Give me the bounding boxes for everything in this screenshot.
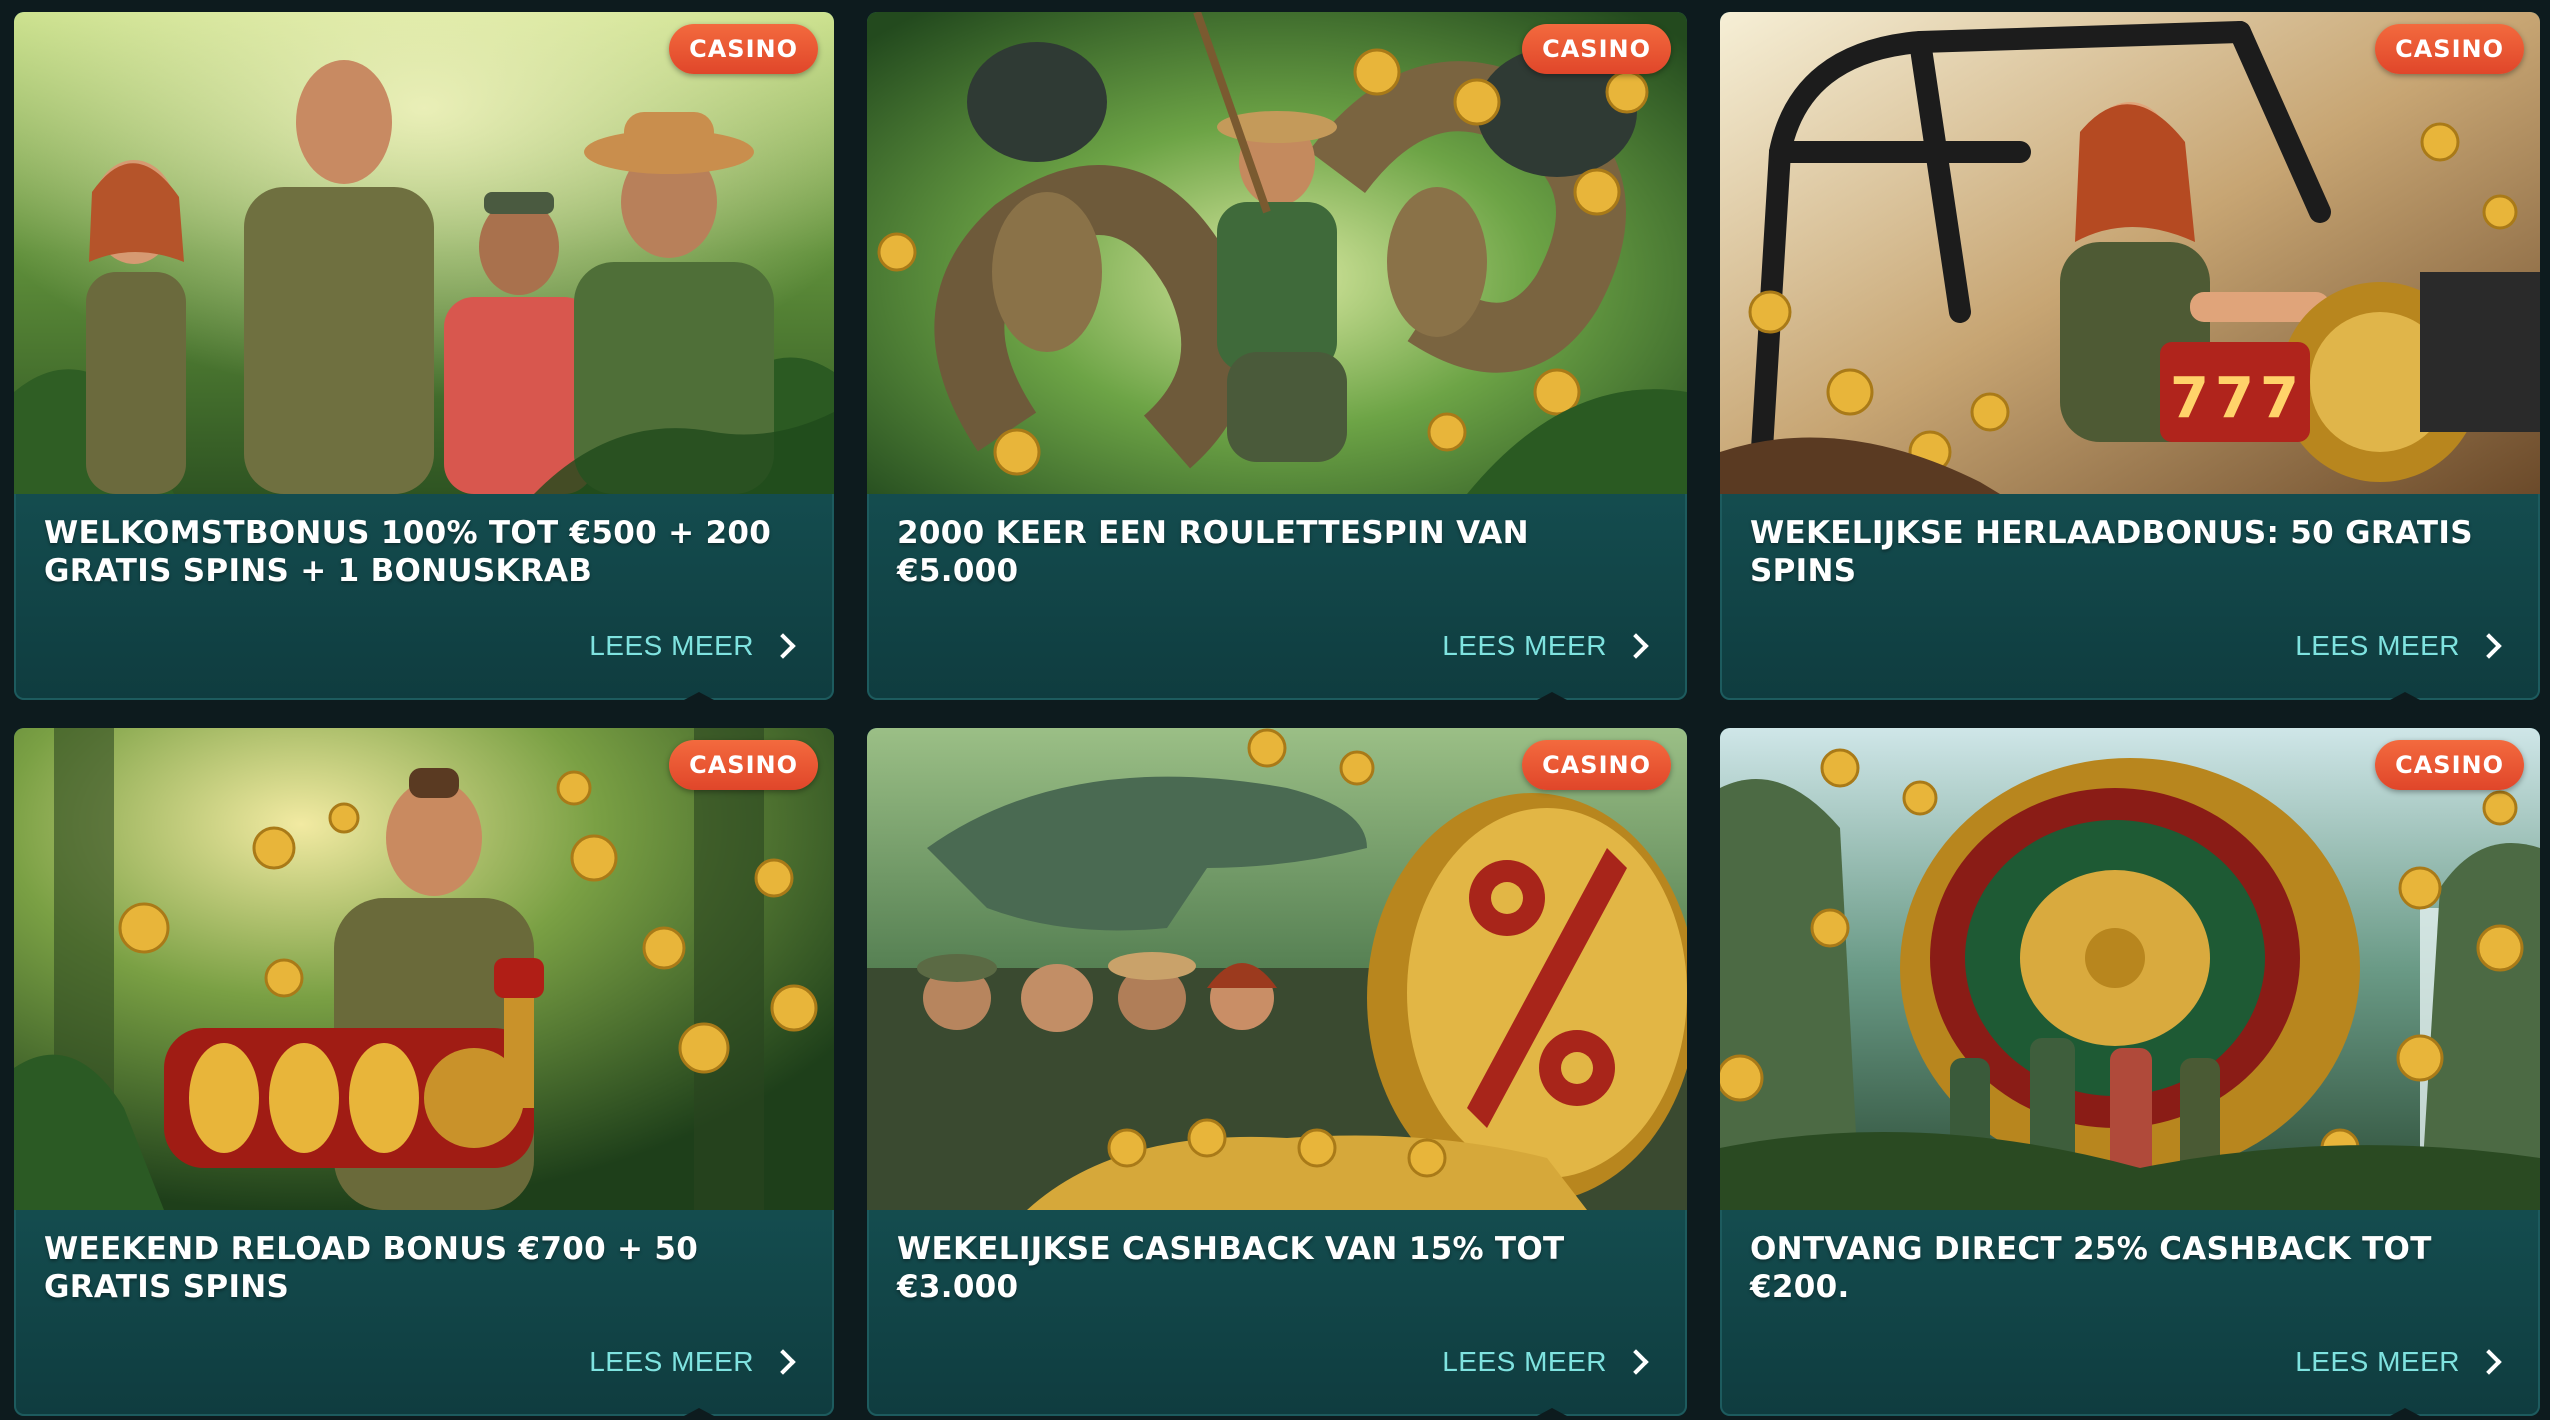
crocodile-percent-coin-illustration (867, 728, 1687, 1210)
promo-image-jungle-explorers[interactable]: CASINO (14, 12, 834, 494)
promotions-grid: CASINO WELKOMSTBONUS 100% TOT €500 + 200… (14, 12, 2540, 1416)
promo-card-body: WEKELIJKSE HERLAADBONUS: 50 GRATIS SPINS… (1720, 494, 2540, 700)
casino-badge: CASINO (669, 740, 818, 790)
read-more-label: LEES MEER (589, 1346, 754, 1377)
read-more-link[interactable]: LEES MEER (1442, 1346, 1649, 1378)
chevron-right-icon (1623, 633, 1649, 659)
slot-reels-explorer-illustration (14, 728, 834, 1210)
casino-badge: CASINO (2375, 24, 2524, 74)
casino-badge: CASINO (2375, 740, 2524, 790)
casino-badge: CASINO (1522, 24, 1671, 74)
read-more-label: LEES MEER (2295, 1346, 2460, 1377)
promo-title: WEKELIJKSE CASHBACK VAN 15% TOT €3.000 (897, 1231, 1565, 1305)
promo-image-crocodile-percent-coin[interactable]: CASINO (867, 728, 1687, 1210)
read-more-label: LEES MEER (1442, 630, 1607, 661)
chevron-right-icon (2476, 633, 2502, 659)
read-more-link[interactable]: LEES MEER (589, 630, 796, 662)
jungle-explorers-illustration (14, 12, 834, 494)
reel-seven: 7 (2260, 366, 2299, 431)
chevron-right-icon (770, 633, 796, 659)
casino-badge: CASINO (1522, 740, 1671, 790)
read-more-label: LEES MEER (1442, 1346, 1607, 1377)
promo-title: WEEKEND RELOAD BONUS €700 + 50 GRATIS SP… (44, 1231, 699, 1305)
promo-card-body: WEEKEND RELOAD BONUS €700 + 50 GRATIS SP… (14, 1210, 834, 1416)
read-more-link[interactable]: LEES MEER (589, 1346, 796, 1378)
read-more-label: LEES MEER (589, 630, 754, 661)
read-more-link[interactable]: LEES MEER (2295, 630, 2502, 662)
chevron-right-icon (1623, 1349, 1649, 1375)
promo-card-body: ONTVANG DIRECT 25% CASHBACK TOT €200. LE… (1720, 1210, 2540, 1416)
giant-roulette-illustration (1720, 728, 2540, 1210)
reel-seven: 7 (2215, 366, 2254, 431)
promo-card-weekend-reload[interactable]: CASINO WEEKEND RELOAD BONUS €700 + 50 GR… (14, 728, 834, 1416)
reel-seven: 7 (2170, 366, 2209, 431)
python-jungle-illustration (867, 12, 1687, 494)
chevron-right-icon (770, 1349, 796, 1375)
read-more-label: LEES MEER (2295, 630, 2460, 661)
promo-image-giant-roulette[interactable]: CASINO (1720, 728, 2540, 1210)
promo-title: WEKELIJKSE HERLAADBONUS: 50 GRATIS SPINS (1750, 515, 2473, 589)
promo-card-weekly-cashback[interactable]: CASINO WEKELIJKSE CASHBACK VAN 15% TOT €… (867, 728, 1687, 1416)
promo-image-buggy-driver[interactable]: 7 7 7 CASINO (1720, 12, 2540, 494)
promo-image-slot-reels-explorer[interactable]: CASINO (14, 728, 834, 1210)
read-more-link[interactable]: LEES MEER (1442, 630, 1649, 662)
casino-badge: CASINO (669, 24, 818, 74)
promo-card-roulette-spin[interactable]: CASINO 2000 KEER EEN ROULETTESPIN VAN €5… (867, 12, 1687, 700)
promo-card-instant-cashback[interactable]: CASINO ONTVANG DIRECT 25% CASHBACK TOT €… (1720, 728, 2540, 1416)
read-more-link[interactable]: LEES MEER (2295, 1346, 2502, 1378)
promo-card-body: WELKOMSTBONUS 100% TOT €500 + 200 GRATIS… (14, 494, 834, 700)
promo-image-python-jungle[interactable]: CASINO (867, 12, 1687, 494)
promo-card-body: WEKELIJKSE CASHBACK VAN 15% TOT €3.000 L… (867, 1210, 1687, 1416)
promo-card-weekly-reload[interactable]: 7 7 7 CASINO WEKELIJKSE HERLAADBONUS: 50… (1720, 12, 2540, 700)
promo-title: 2000 KEER EEN ROULETTESPIN VAN €5.000 (897, 515, 1529, 589)
promo-title: WELKOMSTBONUS 100% TOT €500 + 200 GRATIS… (44, 515, 772, 589)
promo-card-welcome-bonus[interactable]: CASINO WELKOMSTBONUS 100% TOT €500 + 200… (14, 12, 834, 700)
promo-title: ONTVANG DIRECT 25% CASHBACK TOT €200. (1750, 1231, 2432, 1305)
buggy-driver-illustration: 7 7 7 (1720, 12, 2540, 494)
promo-card-body: 2000 KEER EEN ROULETTESPIN VAN €5.000 LE… (867, 494, 1687, 700)
chevron-right-icon (2476, 1349, 2502, 1375)
